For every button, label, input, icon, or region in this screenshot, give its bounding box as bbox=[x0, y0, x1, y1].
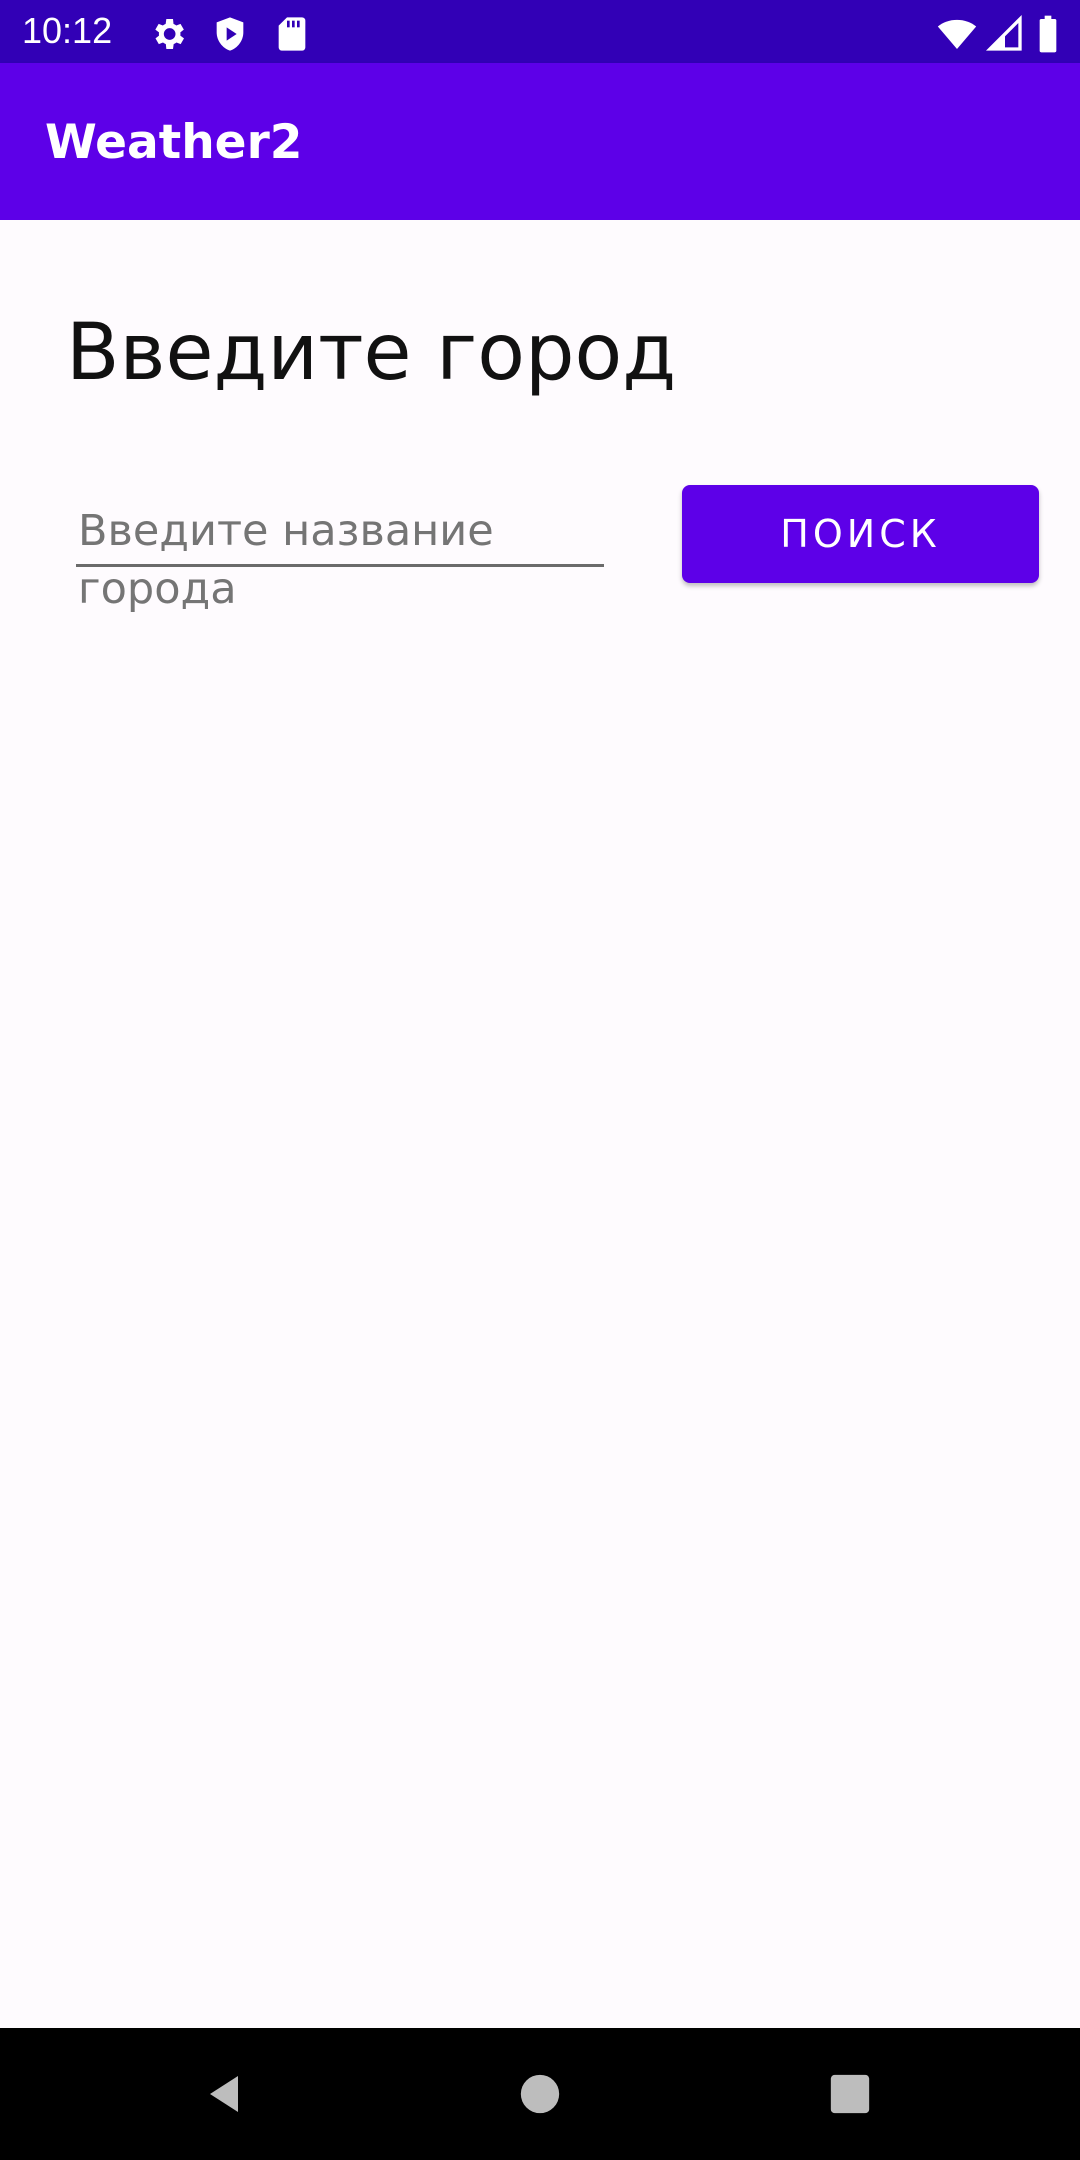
gear-icon bbox=[148, 14, 188, 54]
signal-icon bbox=[985, 14, 1025, 54]
app-title: Weather2 bbox=[45, 115, 303, 170]
search-button[interactable]: ПОИСК bbox=[682, 485, 1039, 583]
wifi-icon bbox=[936, 14, 977, 54]
back-icon[interactable] bbox=[186, 2054, 266, 2134]
status-time: 10:12 bbox=[22, 10, 113, 51]
home-icon[interactable] bbox=[500, 2054, 580, 2134]
navigation-bar bbox=[0, 2028, 1080, 2160]
page-heading: Введите город bbox=[66, 308, 677, 398]
recents-icon[interactable] bbox=[810, 2054, 890, 2134]
battery-icon bbox=[1036, 14, 1060, 54]
city-input-underline bbox=[76, 564, 604, 567]
status-bar: 10:12 bbox=[0, 0, 1080, 63]
shield-play-icon bbox=[210, 14, 250, 54]
sd-card-icon bbox=[272, 14, 312, 54]
app-bar: Weather2 bbox=[0, 63, 1080, 220]
main-content: Введите город ПОИСК bbox=[0, 220, 1080, 2028]
city-input[interactable] bbox=[76, 502, 604, 624]
